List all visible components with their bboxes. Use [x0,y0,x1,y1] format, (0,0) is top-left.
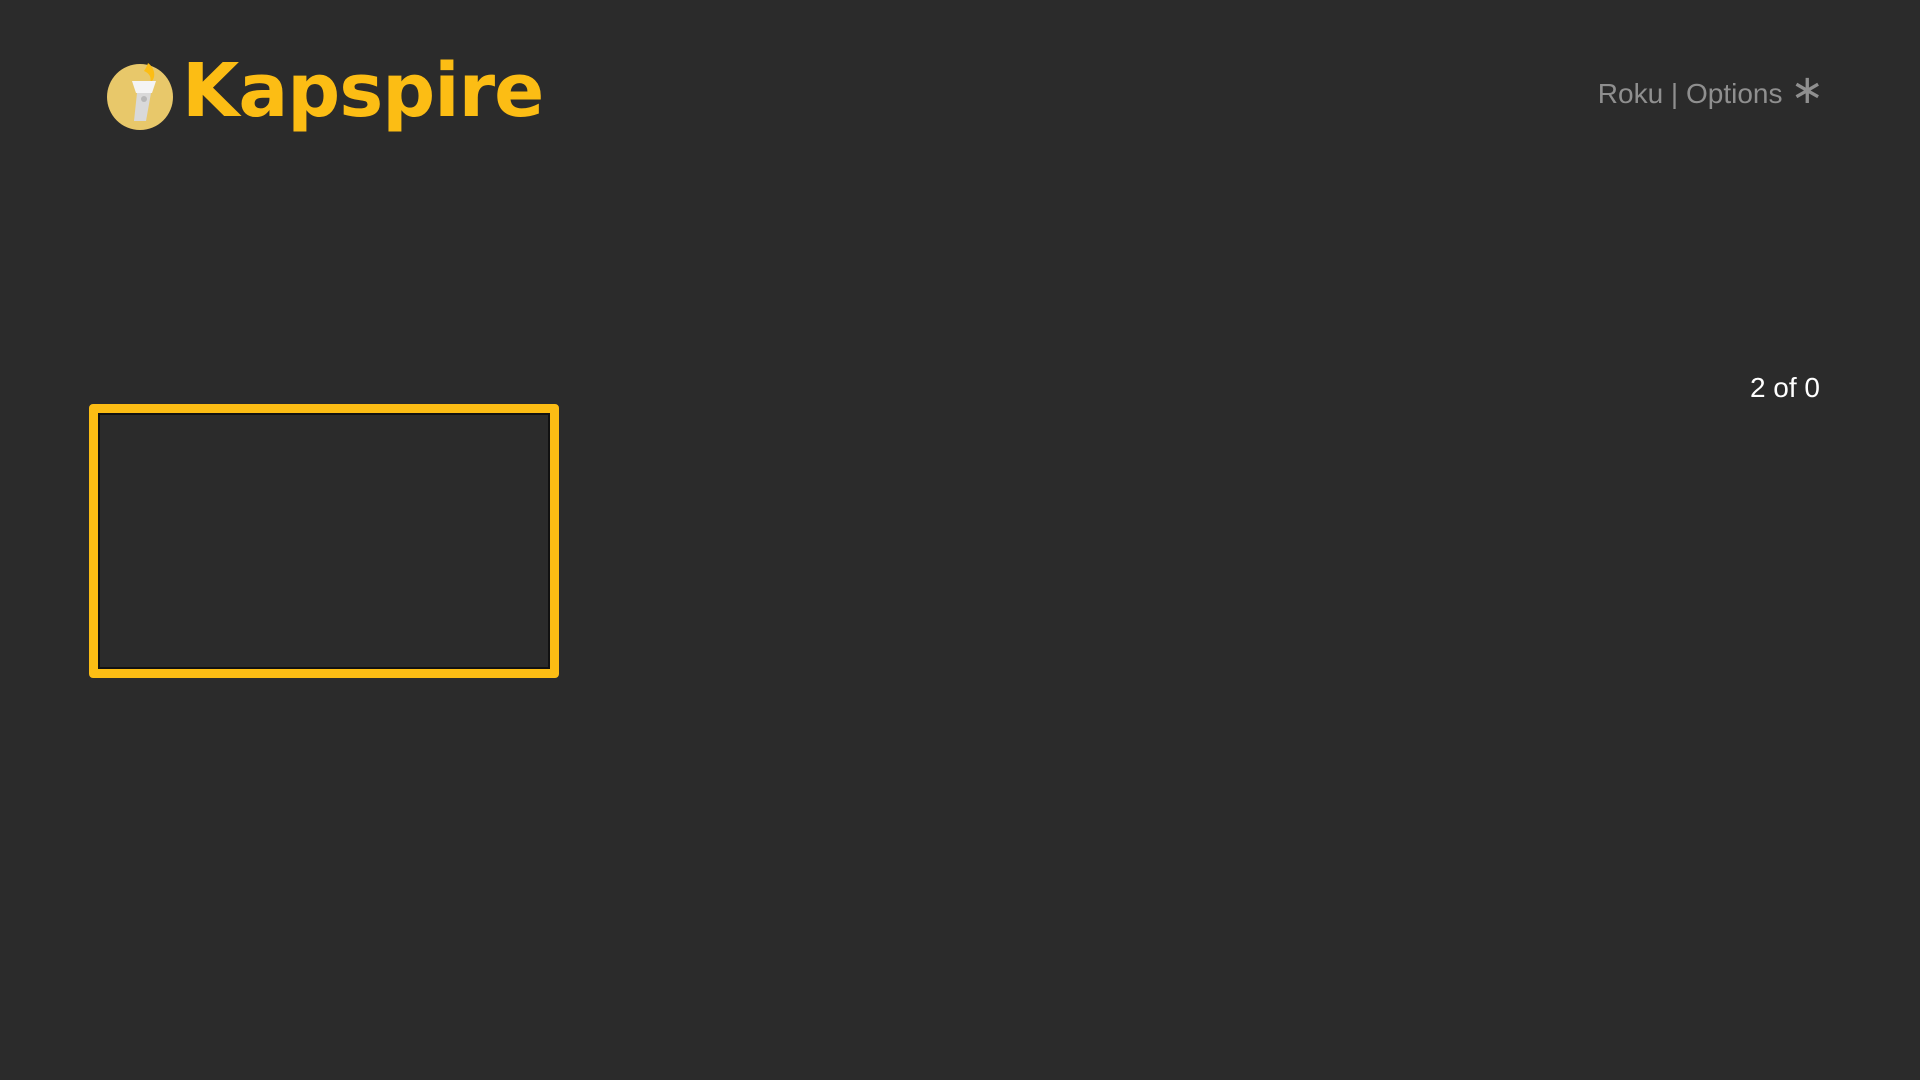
options-hint-label: Roku | Options [1597,78,1783,109]
app-logo: Kapspire [104,48,544,140]
logo-wordmark: Kapspire [182,48,544,134]
tile-inner-frame [98,413,550,669]
torch-logo-icon [107,63,173,130]
options-hint: Roku | Options ∗ [1597,70,1824,114]
asterisk-icon: ∗ [1790,68,1824,112]
item-counter: 2 of 0 [1749,372,1820,403]
focused-content-tile[interactable] [89,404,559,678]
